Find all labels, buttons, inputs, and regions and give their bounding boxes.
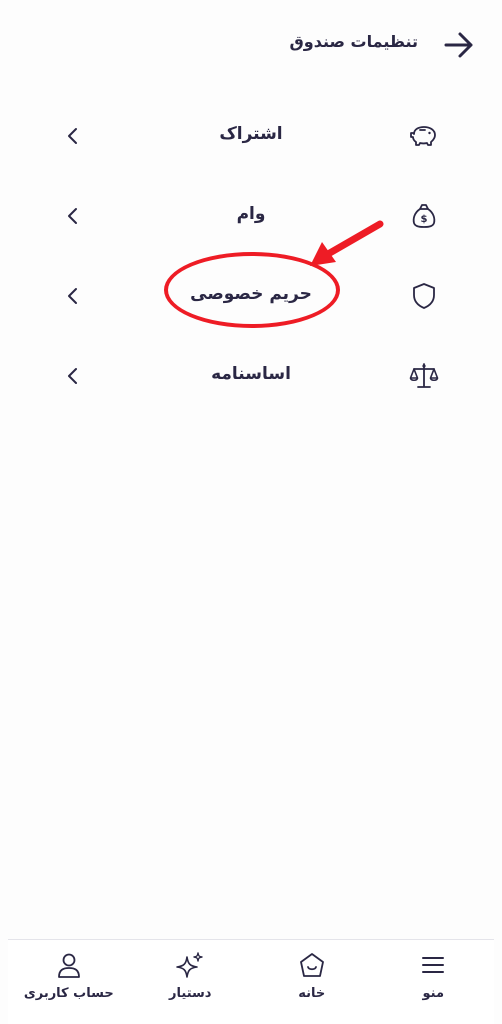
- fund-settings-screen: تنظیمات صندوق اشتراک $ وام حریم خصوصی اس…: [0, 0, 502, 1024]
- nav-label: منو: [422, 986, 445, 1001]
- nav-label: حساب کاربری: [23, 986, 114, 1001]
- menu-item-charter[interactable]: اساسنامه: [0, 336, 502, 416]
- settings-menu-list: اشتراک $ وام حریم خصوصی اساسنامه: [0, 96, 502, 416]
- chevron-left-icon: [68, 128, 77, 144]
- chevron-left-icon: [68, 368, 77, 384]
- chevron-left-icon: [68, 208, 77, 224]
- nav-label: خانه: [298, 986, 326, 1001]
- menu-item-subscription[interactable]: اشتراک: [0, 96, 502, 176]
- nav-item-assistant[interactable]: دستیار: [135, 940, 245, 1001]
- nav-label: دستیار: [169, 986, 212, 1001]
- header: تنظیمات صندوق: [0, 0, 502, 90]
- bottom-navigation: منو خانه دستیار حساب کاربری: [8, 939, 494, 1024]
- menu-item-loan[interactable]: $ وام: [0, 176, 502, 256]
- page-title: تنظیمات صندوق: [289, 32, 418, 51]
- menu-item-privacy[interactable]: حریم خصوصی: [0, 256, 502, 336]
- nav-item-account[interactable]: حساب کاربری: [14, 940, 124, 1001]
- nav-item-menu[interactable]: منو: [378, 940, 488, 1001]
- chevron-left-icon: [68, 288, 77, 304]
- arrow-right-icon[interactable]: [442, 28, 476, 62]
- user-icon: [57, 953, 80, 978]
- annotation-arrow-icon: [310, 220, 384, 266]
- nav-item-home[interactable]: خانه: [257, 940, 367, 1001]
- home-icon: [299, 953, 324, 977]
- sparkle-icon: [176, 952, 203, 978]
- hamburger-menu-icon: [422, 957, 445, 973]
